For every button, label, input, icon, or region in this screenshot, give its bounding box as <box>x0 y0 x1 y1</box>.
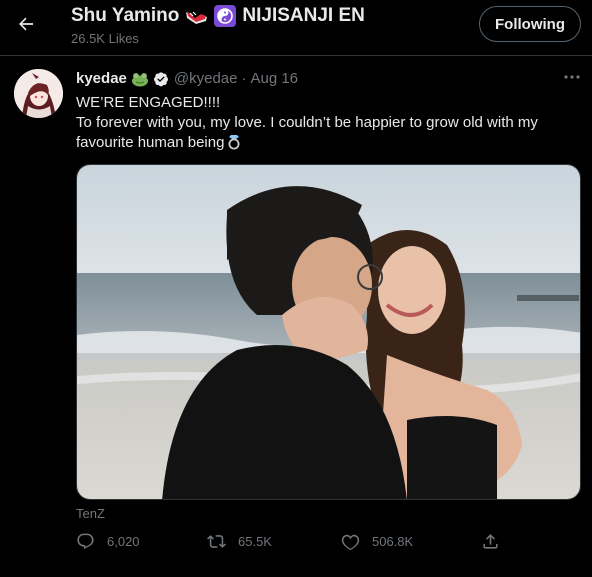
tweet-photo[interactable] <box>76 164 581 500</box>
ring-emoji <box>228 135 240 150</box>
profile-header: Shu Yamino NIJISANJI EN 26.5K Likes Foll… <box>0 0 592 56</box>
like-button[interactable]: 506.8K <box>341 532 413 551</box>
verified-badge-icon <box>153 71 168 86</box>
tweet-text-body: To forever with you, my love. I couldn’t… <box>76 113 576 153</box>
likes-count: 26.5K Likes <box>71 31 139 46</box>
share-icon <box>483 534 498 549</box>
tweet-text-line-1: WE’RE ENGAGED!!!! <box>76 94 221 111</box>
tweet[interactable]: kyedae @kyedae · Aug 16 WE’RE ENGAGED!!!… <box>0 57 592 577</box>
retweet-button[interactable]: 65.5K <box>207 532 272 551</box>
tweet-handle[interactable]: @kyedae <box>174 70 238 87</box>
following-button[interactable]: Following <box>479 6 581 42</box>
more-button[interactable] <box>562 69 582 85</box>
share-button[interactable] <box>481 532 500 551</box>
tweet-date[interactable]: Aug 16 <box>250 70 298 87</box>
tweet-user-line: kyedae @kyedae · Aug 16 <box>76 70 298 87</box>
back-button[interactable] <box>10 8 42 40</box>
profile-affiliation: NIJISANJI EN <box>242 5 365 26</box>
yin-yang-emoji <box>214 5 237 27</box>
like-icon <box>341 534 360 551</box>
profile-display-name: Shu Yamino <box>71 5 180 26</box>
tweet-text: WE’RE ENGAGED!!!! To forever with you, m… <box>76 93 576 153</box>
running-shoe-emoji <box>186 11 208 24</box>
reply-count: 6,020 <box>107 534 140 549</box>
tweet-actions: 6,020 65.5K 506.8K <box>76 532 506 556</box>
frog-emoji <box>131 72 148 86</box>
arrow-left-icon <box>19 17 34 31</box>
reply-button[interactable]: 6,020 <box>76 532 140 551</box>
separator-dot: · <box>241 70 247 87</box>
tweet-display-name[interactable]: kyedae <box>76 70 127 87</box>
reply-icon <box>77 533 94 550</box>
retweet-icon <box>207 535 226 548</box>
avatar[interactable] <box>14 69 63 118</box>
media-credit[interactable]: TenZ <box>76 506 105 521</box>
retweet-count: 65.5K <box>238 534 272 549</box>
profile-name: Shu Yamino NIJISANJI EN <box>71 5 365 27</box>
tweet-text-line-2: To forever with you, my love. I couldn’t… <box>76 114 538 151</box>
like-count: 506.8K <box>372 534 414 549</box>
more-icon <box>564 75 580 79</box>
